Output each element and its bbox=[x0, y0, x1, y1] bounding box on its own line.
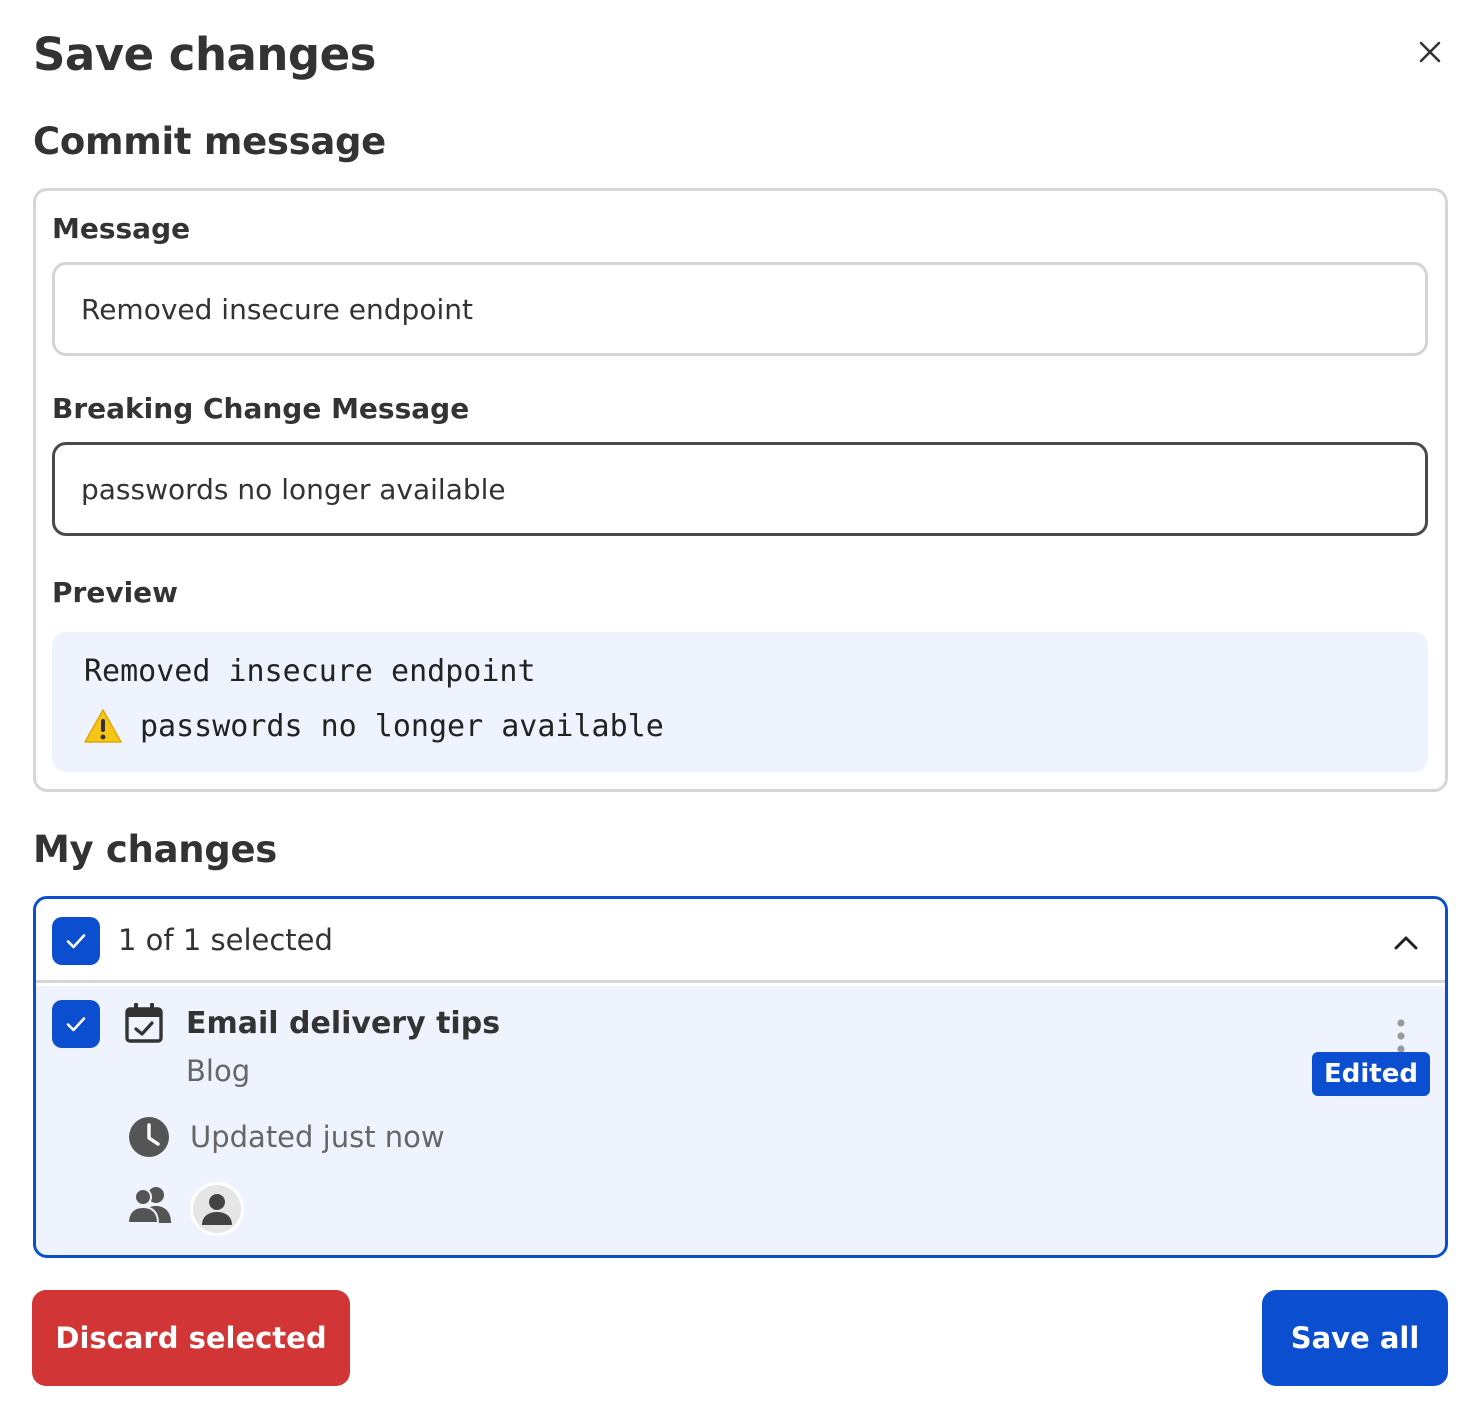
save-all-button[interactable]: Save all bbox=[1262, 1290, 1448, 1386]
item-subtitle: Blog bbox=[186, 1054, 251, 1088]
select-all-checkbox[interactable] bbox=[52, 917, 100, 965]
avatar[interactable] bbox=[190, 1182, 244, 1236]
check-icon bbox=[66, 934, 86, 949]
check-icon bbox=[66, 1017, 86, 1032]
close-button[interactable] bbox=[1410, 32, 1450, 72]
message-input[interactable] bbox=[52, 262, 1428, 356]
clock-icon bbox=[129, 1117, 169, 1157]
changes-list-header: 1 of 1 selected bbox=[36, 899, 1445, 983]
commit-message-heading: Commit message bbox=[33, 120, 386, 163]
list-item: Email delivery tips Blog Edited Updated … bbox=[36, 986, 1445, 1255]
close-icon bbox=[1419, 41, 1441, 63]
updated-timestamp: Updated just now bbox=[190, 1120, 445, 1154]
calendar-check-icon bbox=[125, 1003, 163, 1043]
preview-breaking-text: passwords no longer available bbox=[140, 708, 664, 744]
save-changes-dialog: Save changes Commit message Message Brea… bbox=[0, 0, 1480, 1416]
users-icon bbox=[126, 1187, 171, 1224]
user-icon bbox=[202, 1194, 232, 1225]
item-title: Email delivery tips bbox=[186, 1006, 501, 1041]
status-badge: Edited bbox=[1312, 1052, 1430, 1096]
breaking-change-input[interactable] bbox=[52, 442, 1428, 536]
changes-list: 1 of 1 selected Email delivery tips Blog… bbox=[33, 896, 1448, 1258]
selected-count: 1 of 1 selected bbox=[118, 923, 333, 957]
discard-selected-button[interactable]: Discard selected bbox=[32, 1290, 350, 1386]
dialog-title: Save changes bbox=[33, 28, 376, 81]
message-label: Message bbox=[52, 212, 191, 245]
item-checkbox[interactable] bbox=[52, 1000, 100, 1048]
preview-box: Removed insecure endpoint passwords no l… bbox=[52, 632, 1428, 772]
collapse-button[interactable] bbox=[1384, 921, 1428, 965]
preview-message-line: Removed insecure endpoint bbox=[84, 654, 536, 689]
my-changes-heading: My changes bbox=[33, 828, 278, 871]
preview-label: Preview bbox=[52, 576, 179, 609]
preview-breaking-line: passwords no longer available bbox=[84, 708, 664, 744]
breaking-change-label: Breaking Change Message bbox=[52, 392, 470, 425]
more-vertical-icon bbox=[1397, 1019, 1405, 1053]
chevron-up-icon bbox=[1394, 936, 1418, 950]
warning-icon bbox=[84, 709, 122, 743]
